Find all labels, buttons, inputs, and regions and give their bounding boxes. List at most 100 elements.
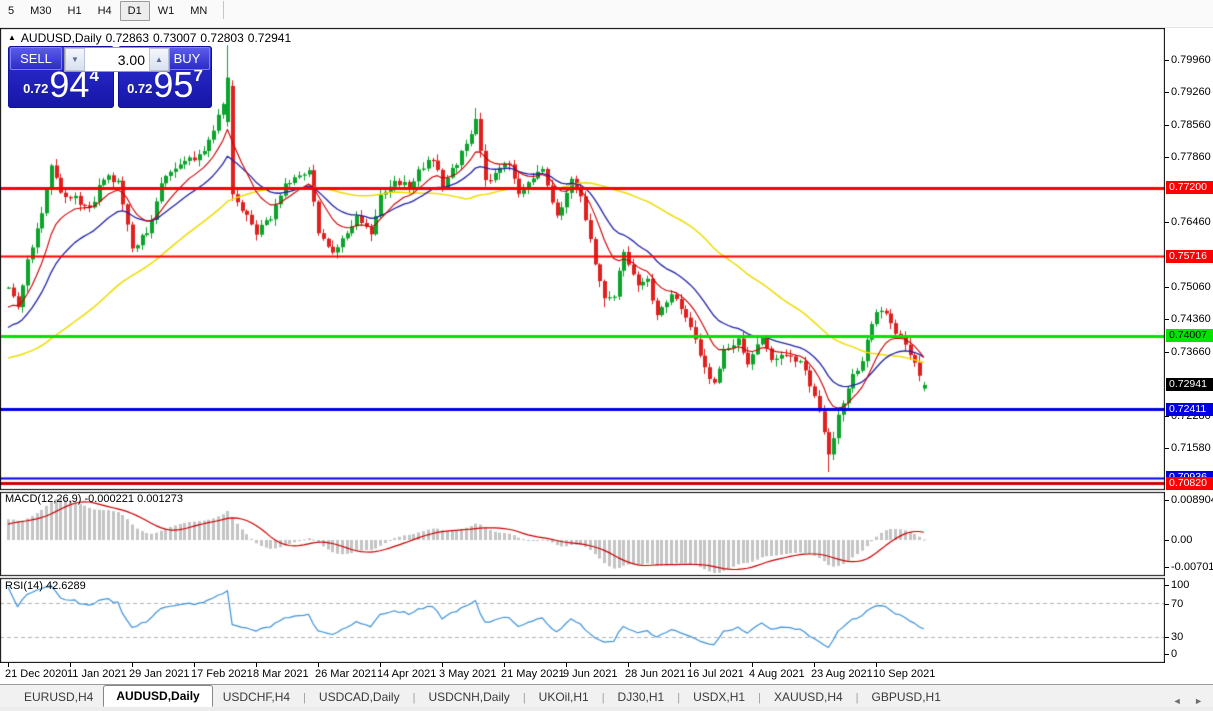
chart-tab-usdchf-h4[interactable]: USDCHF,H4 [213, 686, 300, 707]
date-axis-label: 21 May 2021 [501, 668, 565, 680]
price-badge-0.75716: 0.75716 [1166, 250, 1213, 263]
rsi-tick [1165, 654, 1169, 655]
date-axis-label: 28 Jun 2021 [625, 668, 686, 680]
price-axis-label: 0.71580 [1171, 442, 1211, 454]
price-axis-label: 0.76460 [1171, 216, 1211, 228]
price-tick [1165, 448, 1169, 449]
date-axis-label: 11 Jan 2021 [67, 668, 127, 680]
price-badge-0.70820: 0.70820 [1166, 477, 1213, 490]
macd-axis-label: -0.007013 [1171, 561, 1213, 573]
tab-separator: | [520, 688, 529, 707]
price-badge-0.74007: 0.74007 [1166, 329, 1213, 342]
price-chart-canvas[interactable] [0, 28, 1165, 663]
price-axis[interactable]: 0.799600.792600.785600.778600.764600.750… [1165, 28, 1213, 663]
chart-tab-audusd-daily[interactable]: AUDUSD,Daily [103, 685, 212, 707]
buy-price-prefix: 0.72 [127, 81, 152, 96]
window-bottom-edge [0, 707, 1213, 711]
tab-separator: | [853, 688, 862, 707]
date-axis-label: 26 Mar 2021 [315, 668, 377, 680]
volume-decrease-icon[interactable]: ▼ [65, 48, 85, 71]
price-axis-label: 0.75060 [1171, 281, 1211, 293]
tab-separator: | [755, 688, 764, 707]
rsi-tick [1165, 637, 1169, 638]
date-tick [132, 663, 133, 667]
one-click-trading-panel: 0.72944 0.72957 SELL BUY ▼ ▲ [8, 46, 212, 108]
date-tick [504, 663, 505, 667]
tab-separator: | [410, 688, 419, 707]
date-axis-label: 9 Jun 2021 [563, 668, 617, 680]
chart-tab-usdx-h1[interactable]: USDX,H1 [683, 686, 755, 707]
rsi-axis-label: 0 [1171, 648, 1177, 660]
date-tick [628, 663, 629, 667]
rsi-tick [1165, 585, 1169, 586]
date-tick [380, 663, 381, 667]
price-tick [1165, 92, 1169, 93]
price-tick [1165, 319, 1169, 320]
macd-axis-label: 0.008904 [1171, 494, 1213, 506]
ohlc-close: 0.72941 [248, 31, 291, 45]
date-axis[interactable]: 21 Dec 202011 Jan 202129 Jan 202117 Feb … [0, 663, 1213, 684]
rsi-axis-label: 30 [1171, 631, 1183, 643]
ohlc-low: 0.72803 [200, 31, 243, 45]
price-axis-label: 0.79960 [1171, 54, 1211, 66]
macd-axis-label: 0.00 [1171, 534, 1192, 546]
date-axis-label: 29 Jan 2021 [129, 668, 190, 680]
price-axis-label: 0.77860 [1171, 151, 1211, 163]
tab-scroll-left-icon[interactable]: ◄ [1173, 696, 1182, 706]
price-badge-0.72411: 0.72411 [1166, 403, 1213, 416]
date-tick [256, 663, 257, 667]
volume-increase-icon[interactable]: ▲ [149, 48, 169, 71]
chart-tab-gbpusd-h1[interactable]: GBPUSD,H1 [862, 686, 951, 707]
date-tick [876, 663, 877, 667]
date-tick [752, 663, 753, 667]
ohlc-high: 0.73007 [153, 31, 196, 45]
date-axis-label: 10 Sep 2021 [873, 668, 935, 680]
tab-separator: | [300, 688, 309, 707]
price-axis-label: 0.74360 [1171, 313, 1211, 325]
sell-price: 0.72944 [8, 67, 114, 103]
buy-price: 0.72957 [118, 67, 212, 103]
date-tick [814, 663, 815, 667]
tab-scroll-arrows: ◄ ► [1163, 696, 1203, 706]
chart-tab-ukoil-h1[interactable]: UKOil,H1 [529, 686, 599, 707]
price-badge-0.72941: 0.72941 [1166, 378, 1213, 391]
macd-tick [1165, 540, 1169, 541]
date-axis-label: 14 Apr 2021 [377, 668, 436, 680]
chart-tab-eurusd-h4[interactable]: EURUSD,H4 [14, 686, 103, 707]
date-axis-label: 8 Mar 2021 [253, 668, 309, 680]
chart-tab-usdcnh-daily[interactable]: USDCNH,Daily [418, 686, 519, 707]
sell-button[interactable]: SELL [10, 47, 62, 70]
price-tick [1165, 125, 1169, 126]
buy-button[interactable]: BUY [164, 47, 210, 70]
date-axis-label: 21 Dec 2020 [5, 668, 67, 680]
tab-separator: | [674, 688, 683, 707]
sell-price-prefix: 0.72 [23, 81, 48, 96]
date-axis-label: 17 Feb 2021 [191, 668, 253, 680]
price-tick [1165, 352, 1169, 353]
tab-separator: | [599, 688, 608, 707]
date-tick [70, 663, 71, 667]
date-tick [8, 663, 9, 667]
chart-tab-dj30-h1[interactable]: DJ30,H1 [608, 686, 675, 707]
volume-input[interactable] [85, 48, 149, 71]
price-badge-0.77200: 0.77200 [1166, 181, 1213, 194]
chart-tab-bar: EURUSD,H4AUDUSD,DailyUSDCHF,H4|USDCAD,Da… [0, 684, 1213, 707]
price-tick [1165, 287, 1169, 288]
macd-tick [1165, 567, 1169, 568]
date-axis-label: 23 Aug 2021 [811, 668, 873, 680]
date-tick [690, 663, 691, 667]
rsi-axis-label: 70 [1171, 598, 1183, 610]
date-axis-label: 16 Jul 2021 [687, 668, 744, 680]
price-axis-label: 0.78560 [1171, 119, 1211, 131]
mt4-window: 5M30H1H4D1W1MN ▲AUDUSD,Daily0.728630.730… [0, 0, 1213, 711]
chart-tab-usdcad-daily[interactable]: USDCAD,Daily [309, 686, 410, 707]
date-axis-label: 3 May 2021 [439, 668, 496, 680]
tab-scroll-right-icon[interactable]: ► [1194, 696, 1203, 706]
chart-title: ▲AUDUSD,Daily0.728630.730070.728030.7294… [8, 31, 295, 45]
price-axis-label: 0.73660 [1171, 346, 1211, 358]
chart-tab-xauusd-h4[interactable]: XAUUSD,H4 [764, 686, 853, 707]
date-axis-label: 4 Aug 2021 [749, 668, 805, 680]
date-tick [318, 663, 319, 667]
chart-area: ▲AUDUSD,Daily0.728630.730070.728030.7294… [0, 0, 1213, 684]
collapse-arrow-icon[interactable]: ▲ [8, 33, 16, 42]
